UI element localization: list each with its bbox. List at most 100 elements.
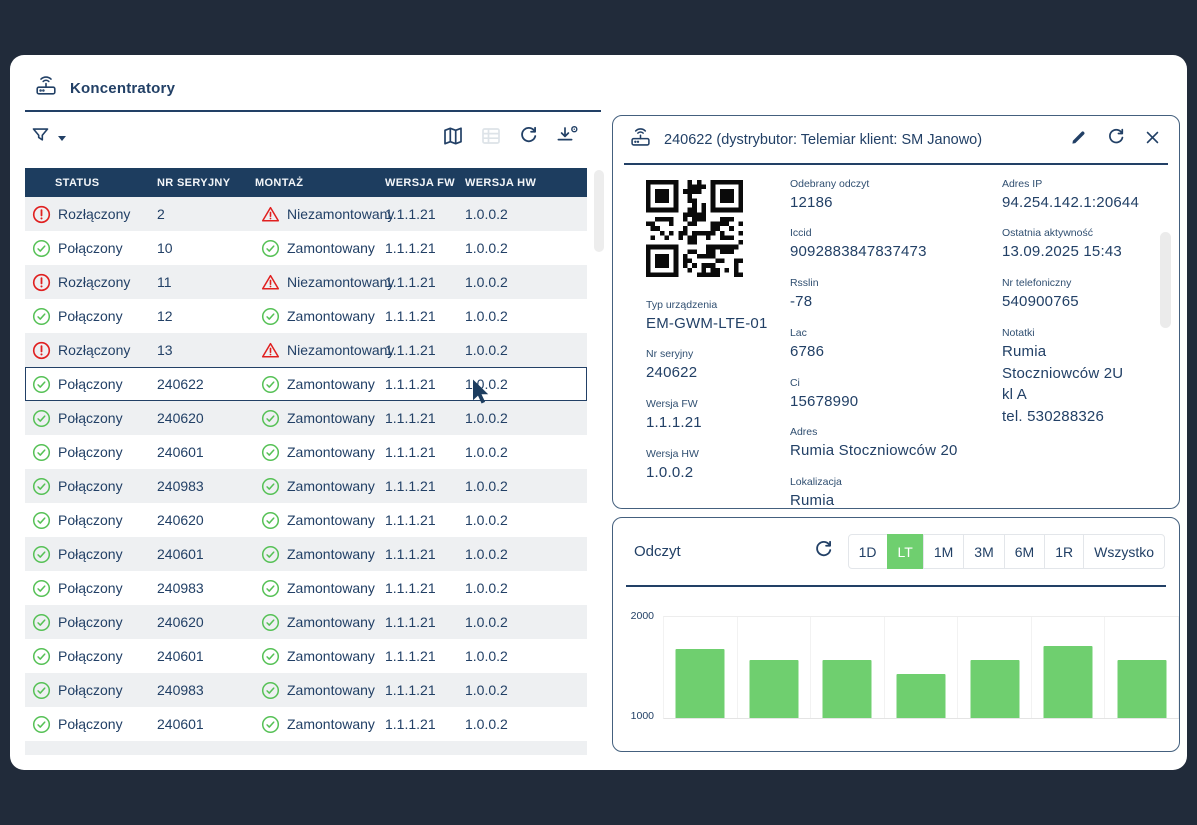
close-icon[interactable] [1144, 129, 1161, 151]
column-header[interactable]: STATUS [25, 177, 157, 189]
refresh-icon[interactable] [1106, 127, 1126, 152]
range-button-wszystko[interactable]: Wszystko [1083, 534, 1165, 569]
chart-bar[interactable] [676, 649, 725, 718]
table-row[interactable]: Połączony240622Zamontowany1.1.1.211.0.0.… [25, 367, 587, 401]
montaz-cell: Zamontowany [255, 613, 385, 632]
connected-icon [32, 681, 51, 700]
table-row[interactable]: Połączony240620Zamontowany1.1.1.211.0.0.… [25, 503, 587, 537]
column-header[interactable]: WERSJA FW [385, 177, 465, 189]
detail-actions [1070, 127, 1161, 152]
status-cell: Połączony [25, 443, 157, 462]
range-button-6m[interactable]: 6M [1004, 534, 1045, 569]
concentrator-router-icon [630, 127, 651, 153]
field-value: Rumia Stoczniowców 20 [790, 440, 1002, 462]
table-row[interactable]: Połączony240983Zamontowany1.1.1.211.0.0.… [25, 469, 587, 503]
table-row[interactable]: Połączony240601Zamontowany1.1.1.211.0.0.… [25, 537, 587, 571]
range-button-1r[interactable]: 1R [1044, 534, 1084, 569]
table-row[interactable]: Połączony12Zamontowany1.1.1.211.0.0.2 [25, 299, 587, 333]
fw-cell: 1.1.1.21 [385, 580, 465, 596]
table-row[interactable]: Rozłączony2Niezamontowany1.1.1.211.0.0.2 [25, 197, 587, 231]
range-button-3m[interactable]: 3M [963, 534, 1004, 569]
column-header[interactable]: NR SERYJNY [157, 177, 255, 189]
page-title-row: Koncentratory [35, 75, 175, 102]
filter-button[interactable] [31, 126, 66, 150]
mounted-icon [261, 579, 280, 598]
connected-icon [32, 715, 51, 734]
chart-bar[interactable] [1044, 646, 1093, 718]
range-button-1d[interactable]: 1D [848, 534, 888, 569]
map-icon[interactable] [442, 125, 464, 152]
main-card: Koncentratory [10, 55, 1187, 770]
status-cell: Połączony [25, 681, 157, 700]
export-settings-icon[interactable] [555, 124, 579, 153]
table-row[interactable]: Połączony240983Zamontowany1.1.1.211.0.0.… [25, 673, 587, 707]
chart-bar-slot [1032, 617, 1106, 718]
title-divider [25, 110, 601, 112]
refresh-icon[interactable] [518, 125, 539, 151]
mounted-icon [261, 307, 280, 326]
montaz-cell: Zamontowany [255, 307, 385, 326]
detail-scrollbar[interactable] [1160, 232, 1171, 328]
chart-bar[interactable] [1117, 660, 1166, 718]
mounted-icon [261, 647, 280, 666]
field-label: Lokalizacja [790, 476, 1002, 488]
chart-bar[interactable] [749, 660, 798, 718]
status-cell: Połączony [25, 715, 157, 734]
status-cell: Połączony [25, 239, 157, 258]
table-row[interactable]: Połączony10Zamontowany1.1.1.211.0.0.2 [25, 231, 587, 265]
field-value: 13.09.2025 15:43 [1002, 241, 1139, 263]
y-tick-2000: 2000 [626, 610, 654, 622]
chart-bar-slot [958, 617, 1032, 718]
column-header[interactable]: MONTAŻ [255, 177, 385, 189]
chart-bar[interactable] [970, 660, 1019, 718]
connected-icon [32, 545, 51, 564]
montaz-cell: Zamontowany [255, 239, 385, 258]
field-value: Rumia [790, 490, 1002, 512]
chart-bar[interactable] [823, 660, 872, 718]
table-row[interactable]: Połączony240601Zamontowany1.1.1.211.0.0.… [25, 707, 587, 741]
table-row-partial [25, 741, 587, 755]
hw-cell: 1.0.0.2 [465, 410, 587, 426]
connected-icon [32, 477, 51, 496]
table-body: Rozłączony2Niezamontowany1.1.1.211.0.0.2… [25, 197, 587, 741]
table-view-icon[interactable] [480, 125, 502, 152]
detail-field: AdresRumia Stoczniowców 20 [790, 426, 1002, 462]
table-row[interactable]: Połączony240620Zamontowany1.1.1.211.0.0.… [25, 401, 587, 435]
field-value: EM-GWM-LTE-01 [646, 313, 790, 335]
table-row[interactable]: Połączony240620Zamontowany1.1.1.211.0.0.… [25, 605, 587, 639]
field-label: Nr seryjny [646, 348, 790, 360]
mounted-icon [261, 511, 280, 530]
refresh-icon[interactable] [813, 539, 834, 565]
montaz-cell: Niezamontowany [255, 205, 385, 224]
hw-cell: 1.0.0.2 [465, 240, 587, 256]
not-mounted-icon [261, 273, 280, 292]
fw-cell: 1.1.1.21 [385, 478, 465, 494]
mounted-icon [261, 545, 280, 564]
chart-bar[interactable] [897, 674, 946, 718]
table-row[interactable]: Połączony240601Zamontowany1.1.1.211.0.0.… [25, 639, 587, 673]
range-button-1m[interactable]: 1M [923, 534, 964, 569]
mounted-icon [261, 477, 280, 496]
table-row[interactable]: Połączony240601Zamontowany1.1.1.211.0.0.… [25, 435, 587, 469]
field-value: 1.0.0.2 [646, 462, 790, 484]
range-button-lt[interactable]: LT [887, 534, 924, 569]
detail-col-3: Adres IP94.254.142.1:20644Ostatnia aktyw… [1002, 178, 1165, 526]
column-header[interactable]: WERSJA HW [465, 177, 587, 189]
table-row[interactable]: Połączony240983Zamontowany1.1.1.211.0.0.… [25, 571, 587, 605]
status-cell: Połączony [25, 511, 157, 530]
table-scrollbar[interactable] [594, 170, 604, 252]
chart-plot [663, 616, 1179, 719]
fw-cell: 1.1.1.21 [385, 410, 465, 426]
field-label: Wersja FW [646, 398, 790, 410]
edit-pencil-icon[interactable] [1070, 128, 1088, 151]
connected-icon [32, 307, 51, 326]
table-row[interactable]: Rozłączony13Niezamontowany1.1.1.211.0.0.… [25, 333, 587, 367]
chart-bar-slot [1105, 617, 1179, 718]
fw-cell: 1.1.1.21 [385, 376, 465, 392]
hw-cell: 1.0.0.2 [465, 444, 587, 460]
field-value: 1.1.1.21 [646, 412, 790, 434]
chart-bar-slot [738, 617, 812, 718]
not-mounted-icon [261, 205, 280, 224]
field-label: Wersja HW [646, 448, 790, 460]
table-row[interactable]: Rozłączony11Niezamontowany1.1.1.211.0.0.… [25, 265, 587, 299]
